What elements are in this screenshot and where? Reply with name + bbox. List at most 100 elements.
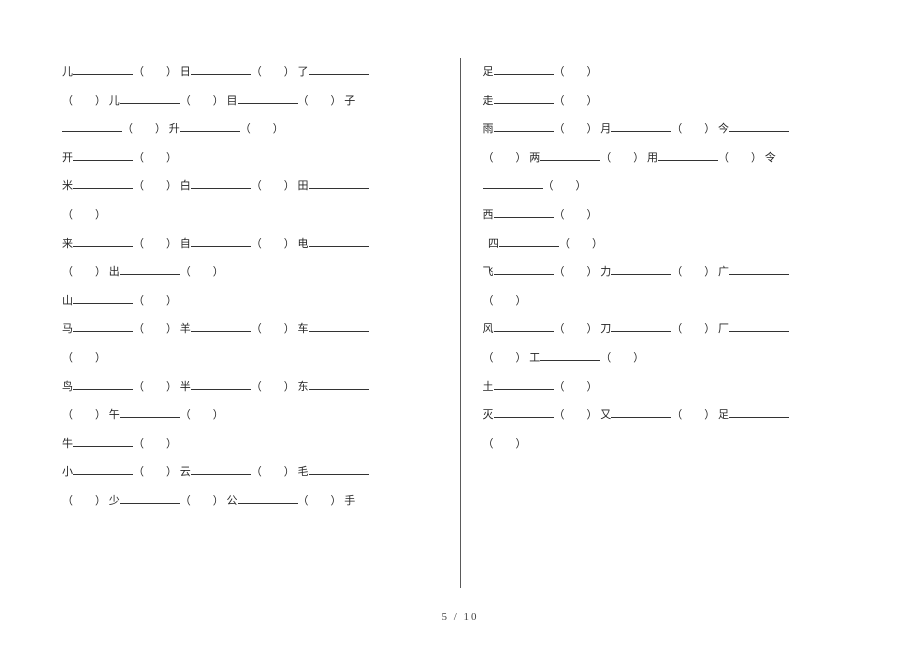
paren-space (611, 352, 633, 364)
text-line: 足（ ） (483, 58, 859, 87)
text-line: （ ） 儿（ ） 目（ ） 子 (62, 87, 438, 116)
blank-underline (309, 379, 369, 390)
paren-space (73, 495, 95, 507)
text-line: 米（ ） 白（ ） 田 (62, 172, 438, 201)
text-line: 土（ ） (483, 373, 859, 402)
paren-space (191, 495, 213, 507)
paren-space (554, 180, 576, 192)
paren-space (144, 323, 166, 335)
text-line: 来（ ） 自（ ） 电 (62, 230, 438, 259)
blank-underline (494, 64, 554, 75)
text-line: （ ） 升（ ） (62, 115, 438, 144)
blank-underline (729, 407, 789, 418)
blank-underline (540, 150, 600, 161)
paren-space (144, 295, 166, 307)
worksheet-page: 儿（ ） 日（ ） 了（ ） 儿（ ） 目（ ） 子（ ） 升（ ）开（ ）米（… (0, 0, 920, 650)
column-right: 足（ ）走（ ）雨（ ） 月（ ） 今（ ） 两（ ） 用（ ） 令（ ）西（ … (461, 58, 881, 588)
blank-underline (180, 121, 240, 132)
text-line: 儿（ ） 日（ ） 了 (62, 58, 438, 87)
blank-underline (120, 407, 180, 418)
paren-space (73, 266, 95, 278)
paren-space (144, 152, 166, 164)
blank-underline (499, 236, 559, 247)
two-column-layout: 儿（ ） 日（ ） 了（ ） 儿（ ） 目（ ） 子（ ） 升（ ）开（ ）米（… (40, 58, 880, 588)
paren-space (73, 352, 95, 364)
blank-underline (494, 121, 554, 132)
blank-underline (73, 236, 133, 247)
paren-space (262, 466, 284, 478)
paren-space (565, 66, 587, 78)
paren-space (262, 238, 284, 250)
blank-underline (191, 464, 251, 475)
page-number: 5 / 10 (0, 603, 920, 632)
text-line: （ ） (483, 287, 859, 316)
blank-underline (729, 121, 789, 132)
blank-underline (73, 178, 133, 189)
text-line: 走（ ） (483, 87, 859, 116)
text-line: （ ） 出（ ） (62, 258, 438, 287)
paren-space (144, 438, 166, 450)
text-line: （ ） 工（ ） (483, 344, 859, 373)
text-line: 风（ ） 刀（ ） 厂 (483, 315, 859, 344)
paren-space (144, 238, 166, 250)
text-line: 飞（ ） 力（ ） 广 (483, 258, 859, 287)
blank-underline (73, 150, 133, 161)
paren-space (133, 123, 155, 135)
paren-space (191, 95, 213, 107)
text-line: （ ） (483, 172, 859, 201)
blank-underline (73, 436, 133, 447)
blank-underline (494, 264, 554, 275)
paren-space (565, 323, 587, 335)
blank-underline (73, 293, 133, 304)
paren-space (565, 409, 587, 421)
text-line: （ ） (62, 344, 438, 373)
blank-underline (494, 321, 554, 332)
blank-underline (611, 407, 671, 418)
text-line: 雨（ ） 月（ ） 今 (483, 115, 859, 144)
paren-space (682, 123, 704, 135)
text-line: 开（ ） (62, 144, 438, 173)
blank-underline (191, 379, 251, 390)
paren-space (191, 409, 213, 421)
blank-underline (483, 178, 543, 189)
paren-space (309, 95, 331, 107)
blank-underline (73, 379, 133, 390)
blank-underline (729, 321, 789, 332)
text-line: （ ） 少（ ） 公（ ） 手 (62, 487, 438, 516)
text-line: 灭（ ） 又（ ） 足 (483, 401, 859, 430)
blank-underline (611, 321, 671, 332)
paren-space (262, 381, 284, 393)
paren-space (682, 323, 704, 335)
blank-underline (309, 236, 369, 247)
blank-underline (191, 236, 251, 247)
paren-space (144, 66, 166, 78)
blank-underline (309, 464, 369, 475)
blank-underline (658, 150, 718, 161)
blank-underline (73, 464, 133, 475)
paren-space (251, 123, 273, 135)
paren-space (565, 123, 587, 135)
blank-underline (729, 264, 789, 275)
paren-space (682, 266, 704, 278)
paren-space (262, 66, 284, 78)
text-line: 山（ ） (62, 287, 438, 316)
paren-space (565, 266, 587, 278)
text-line: 小（ ） 云（ ） 毛 (62, 458, 438, 487)
blank-underline (120, 264, 180, 275)
blank-underline (238, 93, 298, 104)
paren-space (73, 209, 95, 221)
column-left: 儿（ ） 日（ ） 了（ ） 儿（ ） 目（ ） 子（ ） 升（ ）开（ ）米（… (40, 58, 461, 588)
blank-underline (494, 207, 554, 218)
paren-space (729, 152, 751, 164)
blank-underline (73, 321, 133, 332)
paren-space (570, 238, 592, 250)
paren-space (144, 180, 166, 192)
blank-underline (73, 64, 133, 75)
text-line: （ ） 两（ ） 用（ ） 令 (483, 144, 859, 173)
paren-space (144, 381, 166, 393)
paren-space (73, 95, 95, 107)
paren-space (494, 438, 516, 450)
blank-underline (494, 93, 554, 104)
blank-underline (238, 493, 298, 504)
paren-space (191, 266, 213, 278)
